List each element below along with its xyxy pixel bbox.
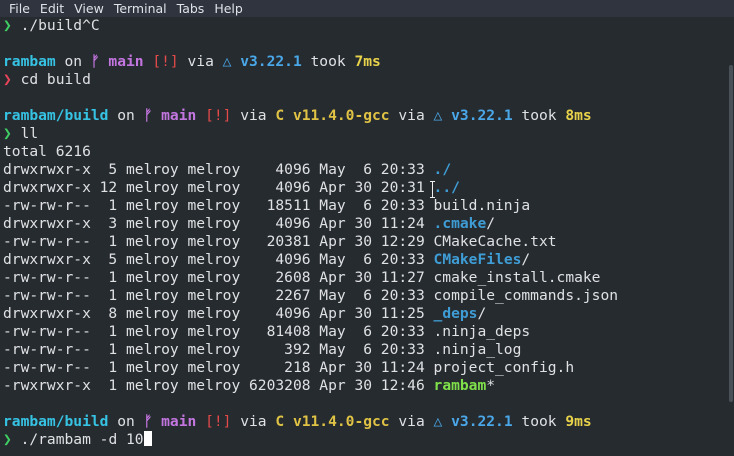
terminal-text: total 6216 (3, 143, 91, 160)
terminal-line: rambam/build on ᚠ main [!] via C v11.4.0… (3, 107, 727, 125)
terminal-text: on (108, 107, 144, 124)
terminal-text: ᚠ main (143, 413, 197, 430)
terminal-text: -rw-rw-r-- 1 melroy melroy 2608 Apr 30 1… (3, 269, 601, 286)
terminal-line: rambam/build on ᚠ main [!] via C v11.4.0… (3, 413, 727, 431)
terminal-text: CMakeFiles (433, 251, 522, 268)
terminal-text: took (512, 107, 566, 124)
terminal-text: * (486, 377, 496, 394)
menu-terminal[interactable]: Terminal (109, 0, 172, 17)
terminal-line: drwxrwxr-x 5 melroy melroy 4096 May 6 20… (3, 161, 727, 179)
terminal-text: ᚠ main (90, 53, 144, 70)
terminal-text: ❯ (3, 431, 21, 448)
terminal-text: rambam/build (3, 107, 109, 124)
terminal-text: rambam (433, 377, 487, 394)
menu-help[interactable]: Help (209, 0, 248, 17)
terminal-line: -rw-rw-r-- 1 melroy melroy 81408 May 6 2… (3, 323, 727, 341)
terminal-line: ❯ ./rambam -d 10 (3, 431, 727, 449)
terminal-line: -rw-rw-r-- 1 melroy melroy 218 Apr 30 11… (3, 359, 727, 377)
terminal-text: .cmake (433, 215, 487, 232)
terminal-text: rambam/build (3, 413, 109, 430)
terminal-line: drwxrwxr-x 12 melroy melroy 4096 Apr 30 … (3, 179, 727, 197)
terminal-text: -rw-rw-r-- 1 melroy melroy 2267 May 6 20… (3, 287, 619, 304)
terminal-line: total 6216 (3, 143, 727, 161)
terminal-text: △ v3.22.1 (433, 413, 513, 430)
terminal-text: ❯ (3, 17, 21, 34)
terminal-text: drwxrwxr-x 3 melroy melroy 4096 Apr 30 1… (3, 215, 434, 232)
menu-file[interactable]: File (0, 0, 35, 17)
terminal-text: C v11.4.0-gcc (275, 107, 390, 124)
terminal-line: ❯ ll (3, 125, 727, 143)
terminal-text: _deps (433, 305, 478, 322)
menu-bar: File Edit View Terminal Tabs Help (0, 0, 734, 17)
terminal-text: ll (20, 125, 39, 142)
terminal-text: took (301, 53, 355, 70)
scrollbar-thumb[interactable] (729, 65, 733, 402)
scrollbar[interactable] (726, 17, 734, 456)
terminal-line: ❯ ./build^C (3, 17, 727, 35)
terminal-text: ../ (433, 179, 460, 196)
menu-edit[interactable]: Edit (35, 0, 69, 17)
terminal-text: △ v3.22.1 (222, 53, 302, 70)
terminal-text: via (389, 107, 434, 124)
terminal-text: drwxrwxr-x 12 melroy melroy 4096 Apr 30 … (3, 179, 434, 196)
terminal-text: 7ms (354, 53, 381, 70)
terminal-text: on (108, 413, 144, 430)
terminal-text: ❯ (3, 125, 21, 142)
terminal-text: rambam (3, 53, 56, 70)
terminal-text: via (389, 413, 434, 430)
terminal-line: -rw-rw-r-- 1 melroy melroy 392 May 6 20:… (3, 341, 727, 359)
terminal-text: cd build (20, 71, 91, 88)
menu-view[interactable]: View (69, 0, 109, 17)
terminal-text: -rw-rw-r-- 1 melroy melroy 81408 May 6 2… (3, 323, 531, 340)
terminal-text: ./ (433, 161, 452, 178)
terminal-text: ᚠ main (143, 107, 197, 124)
text-cursor (143, 431, 152, 446)
terminal-text: C v11.4.0-gcc (275, 413, 390, 430)
terminal-text: on (55, 53, 91, 70)
terminal-text: drwxrwxr-x 5 melroy melroy 4096 May 6 20… (3, 161, 434, 178)
terminal-line: -rw-rw-r-- 1 melroy melroy 18511 May 6 2… (3, 197, 727, 215)
terminal-line: -rw-rw-r-- 1 melroy melroy 2267 May 6 20… (3, 287, 727, 305)
terminal-text: -rw-rw-r-- 1 melroy melroy 218 Apr 30 11… (3, 359, 575, 376)
terminal-text: -rw-rw-r-- 1 melroy melroy 20381 Apr 30 … (3, 233, 557, 250)
terminal-output[interactable]: ❯ ./build^C rambam on ᚠ main [!] via △ v3… (0, 17, 727, 456)
terminal-text: via (231, 413, 276, 430)
terminal-text: -rw-rw-r-- 1 melroy melroy 392 May 6 20:… (3, 341, 522, 358)
terminal-text: [!] (152, 53, 179, 70)
terminal-text: took (512, 413, 566, 430)
menu-tabs[interactable]: Tabs (172, 0, 210, 17)
terminal-text: via (178, 53, 223, 70)
terminal-line: drwxrwxr-x 8 melroy melroy 4096 Apr 30 1… (3, 305, 727, 323)
terminal-line: -rw-rw-r-- 1 melroy melroy 20381 Apr 30 … (3, 233, 727, 251)
terminal-text: drwxrwxr-x 8 melroy melroy 4096 Apr 30 1… (3, 305, 434, 322)
terminal-text: [!] (205, 107, 232, 124)
terminal-line: -rwxrwxr-x 1 melroy melroy 6203208 Apr 3… (3, 377, 727, 395)
terminal-text: / (477, 305, 487, 322)
terminal-line: drwxrwxr-x 3 melroy melroy 4096 Apr 30 1… (3, 215, 727, 233)
terminal-line: -rw-rw-r-- 1 melroy melroy 2608 Apr 30 1… (3, 269, 727, 287)
terminal-text: ./build^C (20, 17, 100, 34)
terminal-text: -rwxrwxr-x 1 melroy melroy 6203208 Apr 3… (3, 377, 434, 394)
terminal-text: 8ms (565, 107, 592, 124)
terminal-text: ./rambam -d 10 (20, 431, 144, 448)
mouse-ibeam-cursor-icon (430, 181, 436, 198)
terminal-text: / (521, 251, 531, 268)
terminal-line: rambam on ᚠ main [!] via △ v3.22.1 took … (3, 53, 727, 71)
terminal-line: ❯ cd build (3, 71, 727, 89)
terminal-text: via (231, 107, 276, 124)
terminal-text: -rw-rw-r-- 1 melroy melroy 18511 May 6 2… (3, 197, 531, 214)
terminal-line: drwxrwxr-x 5 melroy melroy 4096 May 6 20… (3, 251, 727, 269)
terminal-text: △ v3.22.1 (433, 107, 513, 124)
terminal-text: [!] (205, 413, 232, 430)
terminal-text: drwxrwxr-x 5 melroy melroy 4096 May 6 20… (3, 251, 434, 268)
terminal-window: File Edit View Terminal Tabs Help ❯ ./bu… (0, 0, 734, 456)
terminal-text: / (486, 215, 496, 232)
terminal-text: ❯ (3, 71, 21, 88)
terminal-text: 9ms (565, 413, 592, 430)
